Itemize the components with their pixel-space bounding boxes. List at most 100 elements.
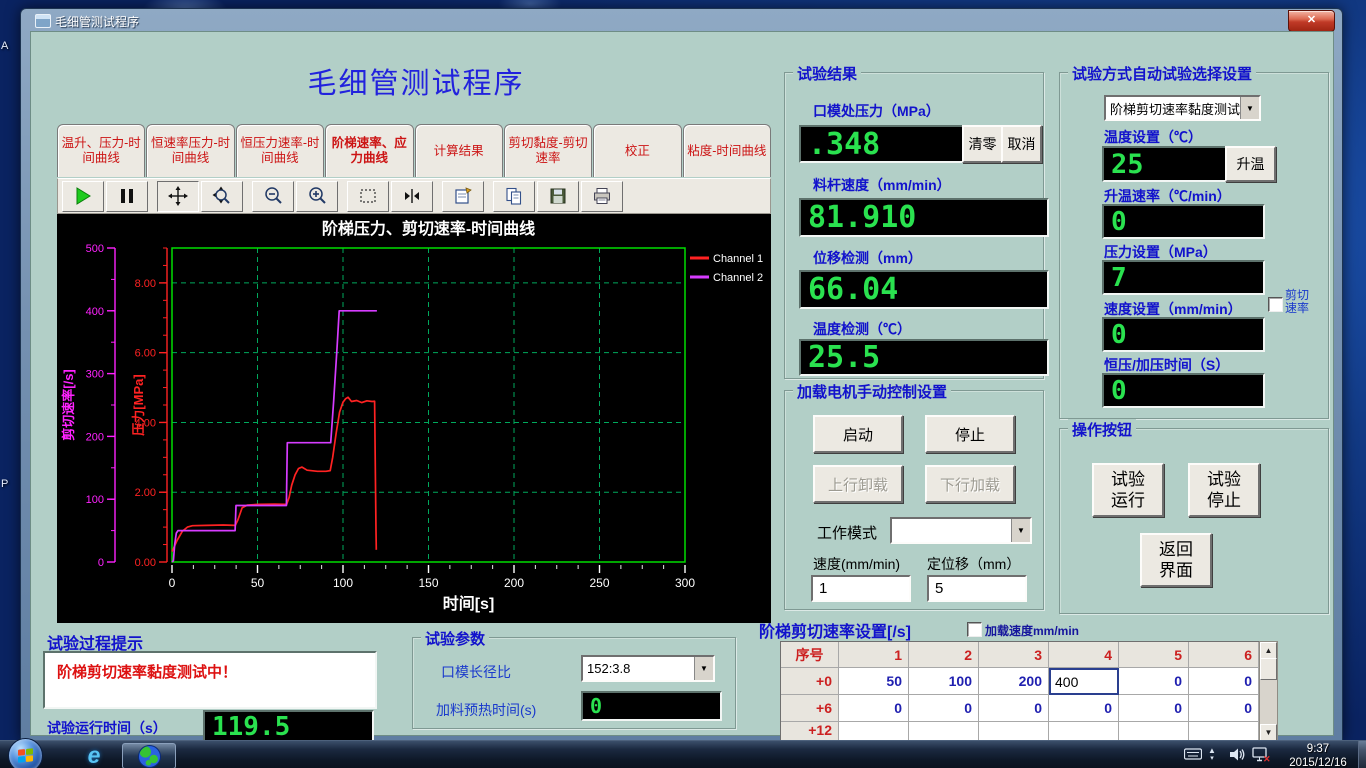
step-rate-table[interactable]: 序号 1 2 3 4 5 6 +0 50 100 200 400 0 0 +6 … (780, 641, 1261, 756)
tab-viscosity-time[interactable]: 粘度-时间曲线 (683, 124, 771, 177)
motor-stop-button[interactable]: 停止 (925, 415, 1015, 453)
taskbar-clock[interactable]: 9:37 2015/12/16 (1282, 742, 1354, 768)
motor-start-button[interactable]: 启动 (813, 415, 903, 453)
title-bar[interactable]: 毛细管测试程序 ✕ (21, 9, 1342, 31)
client-area: 毛细管测试程序 温升、压力-时间曲线 恒速率压力-时间曲线 恒压力速率-时间曲线… (30, 31, 1334, 736)
clock-date: 2015/12/16 (1282, 756, 1354, 768)
table-cell[interactable]: 0 (1119, 668, 1189, 695)
network-disconnected-icon[interactable]: ✕ (1252, 747, 1271, 763)
scroll-up-icon[interactable]: ▲ (1260, 642, 1277, 659)
pan-icon (168, 186, 188, 206)
tab-calibration[interactable]: 校正 (593, 124, 681, 177)
test-mode-value: 阶梯剪切速率黏度测试 (1106, 99, 1240, 118)
process-message: 阶梯剪切速率黏度测试中！ (45, 653, 375, 682)
work-mode-select[interactable]: ▼ (890, 517, 1032, 544)
down-load-button[interactable]: 下行加载 (925, 465, 1015, 503)
chevron-down-icon[interactable]: ▼ (1011, 519, 1030, 542)
chevron-down-icon[interactable]: ▼ (694, 657, 713, 680)
zoom-window-button[interactable] (201, 181, 243, 212)
series-channel-2 (172, 311, 377, 562)
back-to-main-button[interactable]: 返回 界面 (1140, 533, 1212, 587)
page-title: 毛细管测试程序 (181, 60, 651, 102)
tab-temp-pressure-time[interactable]: 温升、压力-时间曲线 (57, 124, 145, 177)
print-button[interactable] (581, 181, 623, 212)
cancel-button[interactable]: 取消 (1001, 125, 1042, 163)
scroll-down-icon[interactable]: ▼ (1260, 724, 1277, 741)
temp-set-display: 25 (1102, 146, 1228, 182)
box-zoom-button[interactable] (347, 181, 389, 212)
close-button[interactable]: ✕ (1288, 10, 1335, 32)
table-cell[interactable]: 0 (1189, 668, 1259, 695)
legend-label: Channel 2 (713, 272, 763, 284)
zoom-out-button[interactable] (252, 181, 294, 212)
x-axis-label: 时间[s] (443, 594, 495, 613)
properties-icon (453, 186, 473, 206)
test-stop-button[interactable]: 试验 停止 (1188, 463, 1260, 517)
table-cell[interactable]: 100 (909, 668, 979, 695)
test-results-title: 试验结果 (793, 63, 861, 84)
save-button[interactable] (537, 181, 579, 212)
test-params-group: 试验参数 口模长径比 152:3.8 ▼ 加料预热时间(s) 0 (412, 637, 736, 729)
box-zoom-icon (358, 186, 378, 206)
up-unload-button[interactable]: 上行卸载 (813, 465, 903, 503)
ramp-rate-display: 0 (1102, 204, 1265, 239)
x-tick-label: 200 (504, 576, 524, 590)
fixed-disp-input[interactable]: 5 (927, 575, 1027, 602)
y-tick-label: 6.00 (135, 348, 156, 360)
zero-button[interactable]: 清零 (962, 125, 1003, 163)
table-cell[interactable]: 0 (909, 695, 979, 722)
taskbar-item-app[interactable] (122, 743, 176, 768)
pause-button[interactable] (106, 181, 148, 212)
table-cell-editing[interactable]: 400 (1049, 668, 1119, 695)
keyboard-icon[interactable] (1184, 748, 1202, 760)
heat-up-button[interactable]: 升温 (1225, 146, 1276, 182)
start-button[interactable] (8, 738, 43, 768)
table-vscrollbar[interactable]: ▲ ▼ (1259, 641, 1278, 741)
motor-speed-input[interactable]: 1 (811, 575, 911, 602)
tab-const-pressure-rate-time[interactable]: 恒压力速率-时间曲线 (236, 124, 324, 177)
app-window: 毛细管测试程序 ✕ 毛细管测试程序 温升、压力-时间曲线 恒速率压力-时间曲线 … (20, 8, 1343, 742)
chevron-down-icon[interactable]: ▼ (1240, 97, 1259, 119)
tab-shear-viscosity-rate[interactable]: 剪切黏度-剪切速率 (504, 124, 592, 177)
copy-button[interactable] (493, 181, 535, 212)
test-params-title: 试验参数 (421, 628, 489, 649)
play-button[interactable] (62, 181, 104, 212)
y-axis-label-rate: 剪切速率[/s] (61, 369, 76, 441)
volume-icon[interactable] (1228, 747, 1246, 762)
test-run-button[interactable]: 试验 运行 (1092, 463, 1164, 517)
tab-const-rate-pressure-time[interactable]: 恒速率压力-时间曲线 (146, 124, 234, 177)
table-cell[interactable]: 0 (1119, 695, 1189, 722)
taskbar-item-ie[interactable]: e (74, 741, 114, 768)
vscroll-thumb[interactable] (1260, 658, 1277, 680)
motor-control-group: 加载电机手动控制设置 启动 停止 上行卸载 下行加载 工作模式 ▼ 速度(mm/… (784, 390, 1044, 610)
zoom-in-button[interactable] (296, 181, 338, 212)
globe-app-icon (138, 745, 161, 768)
table-cell[interactable]: 0 (979, 695, 1049, 722)
load-speed-checkbox[interactable] (967, 622, 982, 637)
table-cell[interactable]: 0 (1049, 695, 1119, 722)
window-icon (35, 14, 51, 28)
work-mode-label: 工作模式 (817, 522, 877, 543)
show-hidden-icons-chevron[interactable]: ▲▾ (1208, 747, 1216, 762)
chart-canvas[interactable]: 0100200300400500剪切速率[/s]0.002.004.006.00… (57, 214, 771, 623)
table-cell[interactable]: 200 (979, 668, 1049, 695)
rod-speed-label: 料杆速度（mm/min） (813, 175, 951, 195)
pan-button[interactable] (157, 181, 199, 212)
cursor-track-button[interactable] (391, 181, 433, 212)
desktop-icon-label-fragment: P (1, 478, 8, 490)
tab-step-rate-stress-curve[interactable]: 阶梯速率、应力曲线 (325, 124, 413, 177)
die-ratio-select[interactable]: 152:3.8 ▼ (581, 655, 715, 682)
shear-rate-checkbox[interactable] (1268, 297, 1283, 312)
y-tick-label: 100 (86, 494, 104, 506)
table-cell[interactable]: 0 (1189, 695, 1259, 722)
table-cell[interactable]: 50 (839, 668, 909, 695)
ramp-rate-label: 升温速率（℃/min） (1104, 186, 1231, 206)
properties-button[interactable] (442, 181, 484, 212)
zoom-in-icon (307, 186, 327, 206)
table-cell[interactable]: 0 (839, 695, 909, 722)
die-ratio-value: 152:3.8 (583, 661, 694, 676)
tab-calc-results[interactable]: 计算结果 (415, 124, 503, 177)
col-header: 5 (1119, 642, 1189, 668)
test-mode-select[interactable]: 阶梯剪切速率黏度测试 ▼ (1104, 95, 1261, 121)
show-desktop-button[interactable] (1358, 741, 1366, 768)
